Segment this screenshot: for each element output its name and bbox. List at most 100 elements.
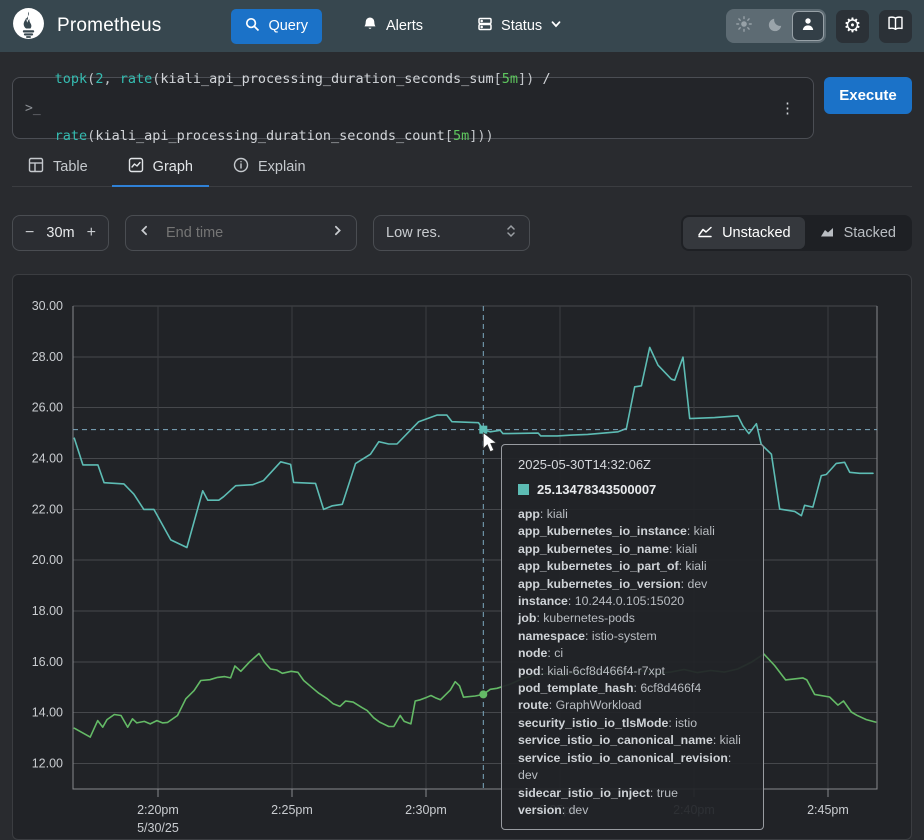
- promql-token: rate: [55, 128, 88, 144]
- promql-token: 5m: [502, 71, 518, 87]
- tooltip-label-row: version: dev: [518, 802, 747, 819]
- graph-panel: 30.00 28.00 26.00 24.00 22.00 20.00 18.00 16.00…: [12, 274, 912, 840]
- line-chart-icon: [697, 223, 713, 243]
- resolution-value: Low res.: [386, 225, 441, 241]
- y-axis-tick-label: 18.00: [32, 604, 63, 618]
- y-axis-tick-label: 28.00: [32, 350, 63, 364]
- settings-button[interactable]: ⚙: [836, 10, 869, 43]
- chevron-left-icon[interactable]: [138, 224, 151, 242]
- range-decrease-button[interactable]: −: [25, 225, 34, 241]
- promql-token: ,: [103, 71, 119, 87]
- tooltip-timestamp: 2025-05-30T14:32:06Z: [518, 457, 747, 472]
- y-axis-tick-label: 16.00: [32, 655, 63, 669]
- y-axis-tick-label: 24.00: [32, 452, 63, 466]
- tooltip-label-row: service_istio_io_canonical_revision: dev: [518, 750, 747, 785]
- tooltip-value: 25.13478343500007: [537, 482, 656, 497]
- promql-token: kiali_api_processing_duration_seconds_su…: [160, 71, 493, 87]
- promql-token: kiali_api_processing_duration_seconds_co…: [95, 128, 445, 144]
- query-row: >_ topk(2, rate(kiali_api_processing_dur…: [12, 77, 912, 139]
- tooltip-label-row: instance: 10.244.0.105:15020: [518, 593, 747, 610]
- resolution-select[interactable]: Low res.: [373, 215, 530, 251]
- promql-token: topk: [55, 71, 88, 87]
- prometheus-app: Prometheus Query Alerts: [0, 0, 924, 840]
- tab-table[interactable]: Table: [12, 157, 104, 186]
- promql-token: [: [494, 71, 502, 87]
- x-axis-tick-label: 2:25pm: [271, 803, 313, 817]
- tab-graph-label: Graph: [153, 159, 193, 175]
- unstacked-button[interactable]: Unstacked: [683, 217, 805, 249]
- promql-token: [: [445, 128, 453, 144]
- tooltip-label-row: app_kubernetes_io_part_of: kiali: [518, 558, 747, 575]
- series-tooltip: 2025-05-30T14:32:06Z 25.13478343500007 a…: [501, 444, 764, 830]
- user-icon: [800, 16, 816, 37]
- mouse-cursor: [483, 433, 496, 452]
- tooltip-label-row: app_kubernetes_io_instance: kiali: [518, 523, 747, 540]
- range-stepper: − 30m +: [12, 215, 109, 251]
- stacked-button[interactable]: Stacked: [805, 217, 910, 249]
- tooltip-label-row: job: kubernetes-pods: [518, 610, 747, 627]
- theme-light-option[interactable]: [728, 11, 760, 41]
- tooltip-label-list: app: kialiapp_kubernetes_io_instance: ki…: [518, 506, 747, 819]
- tooltip-label-row: pod_template_hash: 6cf8d466f4: [518, 680, 747, 697]
- x-axis-tick-label: 2:20pm: [137, 803, 179, 817]
- promql-token: )): [477, 128, 493, 144]
- prometheus-torch-icon: [12, 7, 45, 45]
- tooltip-value-row: 25.13478343500007: [518, 482, 747, 497]
- unstacked-label: Unstacked: [722, 225, 791, 241]
- series-color-swatch: [518, 484, 529, 495]
- chevron-down-icon: [550, 18, 562, 34]
- chevron-up-down-icon: [505, 223, 517, 244]
- y-axis-tick-label: 30.00: [32, 299, 63, 313]
- info-circle-icon: [233, 157, 249, 177]
- moon-icon: [768, 16, 784, 37]
- y-axis-tick-label: 26.00: [32, 401, 63, 415]
- sun-icon: [736, 16, 752, 37]
- theme-switcher: [726, 9, 826, 43]
- tooltip-label-row: app_kubernetes_io_version: dev: [518, 576, 747, 593]
- theme-dark-option[interactable]: [760, 11, 792, 41]
- stacked-label: Stacked: [844, 225, 896, 241]
- end-time-input[interactable]: [166, 225, 316, 241]
- tab-graph[interactable]: Graph: [112, 157, 209, 186]
- series2-point-marker: [479, 690, 487, 698]
- graph-icon: [128, 157, 144, 177]
- range-value[interactable]: 30m: [46, 225, 74, 241]
- theme-auto-option[interactable]: [792, 11, 824, 41]
- y-axis-tick-label: 20.00: [32, 553, 63, 567]
- tooltip-label-row: route: GraphWorkload: [518, 697, 747, 714]
- tab-explain[interactable]: Explain: [217, 157, 322, 186]
- gear-icon: ⚙: [844, 16, 862, 36]
- navbar-right: ⚙: [726, 9, 912, 43]
- graph-controls: − 30m + Low res.: [12, 215, 912, 251]
- tooltip-label-row: service_istio_io_canonical_name: kiali: [518, 732, 747, 749]
- stacking-toggle: Unstacked Stacked: [681, 215, 912, 251]
- tooltip-label-row: node: ci: [518, 645, 747, 662]
- tab-table-label: Table: [53, 159, 88, 175]
- range-increase-button[interactable]: +: [87, 225, 96, 241]
- y-axis-tick-label: 12.00: [32, 757, 63, 771]
- time-series-chart[interactable]: 30.00 28.00 26.00 24.00 22.00 20.00 18.00 16.00…: [13, 275, 911, 839]
- result-tabs: Table Graph Explain: [12, 157, 912, 187]
- execute-button[interactable]: Execute: [824, 77, 912, 114]
- y-axis-tick-label: 22.00: [32, 502, 63, 516]
- promql-token: rate: [120, 71, 153, 87]
- promql-token: /: [534, 71, 550, 87]
- tab-explain-label: Explain: [258, 159, 306, 175]
- end-time-picker: [125, 215, 357, 251]
- tooltip-label-row: security_istio_io_tlsMode: istio: [518, 715, 747, 732]
- y-axis-tick-label: 14.00: [32, 706, 63, 720]
- tooltip-label-row: sidecar_istio_io_inject: true: [518, 785, 747, 802]
- area-chart-icon: [819, 223, 835, 243]
- tooltip-label-row: namespace: istio-system: [518, 628, 747, 645]
- tooltip-label-row: app_kubernetes_io_name: kiali: [518, 541, 747, 558]
- expression-input[interactable]: >_ topk(2, rate(kiali_api_processing_dur…: [12, 77, 814, 139]
- docs-button[interactable]: [879, 10, 912, 43]
- tooltip-label-row: pod: kiali-6cf8d466f4-r7xpt: [518, 663, 747, 680]
- promql-token: 5m: [453, 128, 469, 144]
- x-axis-date-label: 5/30/25: [137, 821, 179, 835]
- x-axis-tick-label: 2:30pm: [405, 803, 447, 817]
- chevron-right-icon[interactable]: [331, 224, 344, 242]
- table-icon: [28, 157, 44, 177]
- expression-menu-kebab-icon[interactable]: ⋮: [776, 95, 799, 121]
- promql-token: ]: [518, 71, 526, 87]
